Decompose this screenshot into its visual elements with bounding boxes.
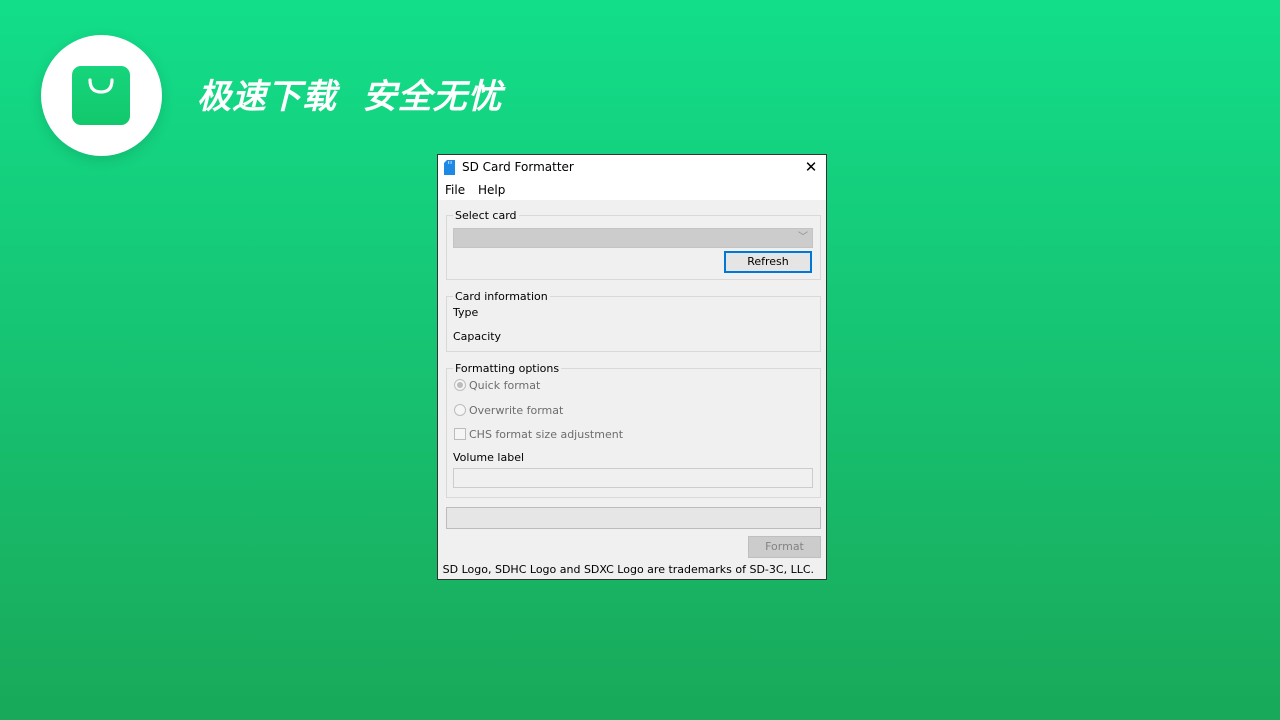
- app-store-logo: [41, 35, 162, 156]
- menu-help[interactable]: Help: [478, 183, 505, 198]
- select-card-title: Select card: [453, 209, 519, 222]
- formatting-options-group: Formatting options Quick format Overwrit…: [446, 362, 821, 498]
- trademark-note: SD Logo, SDHC Logo and SDXC Logo are tra…: [442, 563, 814, 576]
- quick-format-label: Quick format: [469, 379, 541, 392]
- card-information-group: Card information Type Capacity: [446, 290, 821, 352]
- chevron-down-icon: ﹀: [798, 232, 808, 243]
- volume-label-title: Volume label: [453, 451, 525, 464]
- shopping-bag-icon: [72, 66, 130, 125]
- window-title: SD Card Formatter: [462, 160, 574, 174]
- sd-card-formatter-window: SD Card Formatter ✕ File Help Select car…: [437, 154, 827, 580]
- overwrite-format-label: Overwrite format: [469, 404, 564, 417]
- format-progress-bar: [446, 507, 821, 529]
- select-card-group: Select card ﹀ Refresh: [446, 209, 821, 280]
- menu-bar: File Help: [438, 180, 826, 200]
- type-label: Type: [453, 306, 479, 319]
- volume-label-input[interactable]: [453, 468, 813, 488]
- promo-slogan: 极速下载 安全无忧: [197, 77, 503, 117]
- card-information-title: Card information: [453, 290, 550, 303]
- quick-format-radio[interactable]: [454, 379, 466, 391]
- close-icon[interactable]: ✕: [796, 155, 826, 180]
- overwrite-format-radio[interactable]: [454, 404, 466, 416]
- sd-card-icon: [444, 160, 455, 175]
- chs-adjustment-label: CHS format size adjustment: [469, 428, 624, 441]
- card-select-dropdown[interactable]: ﹀: [453, 228, 813, 248]
- menu-file[interactable]: File: [445, 183, 465, 198]
- chs-adjustment-checkbox[interactable]: [454, 428, 466, 440]
- format-button[interactable]: Format: [748, 536, 821, 558]
- capacity-label: Capacity: [453, 330, 502, 343]
- formatting-options-title: Formatting options: [453, 362, 562, 375]
- refresh-button[interactable]: Refresh: [724, 251, 812, 273]
- title-bar[interactable]: SD Card Formatter ✕: [438, 155, 826, 180]
